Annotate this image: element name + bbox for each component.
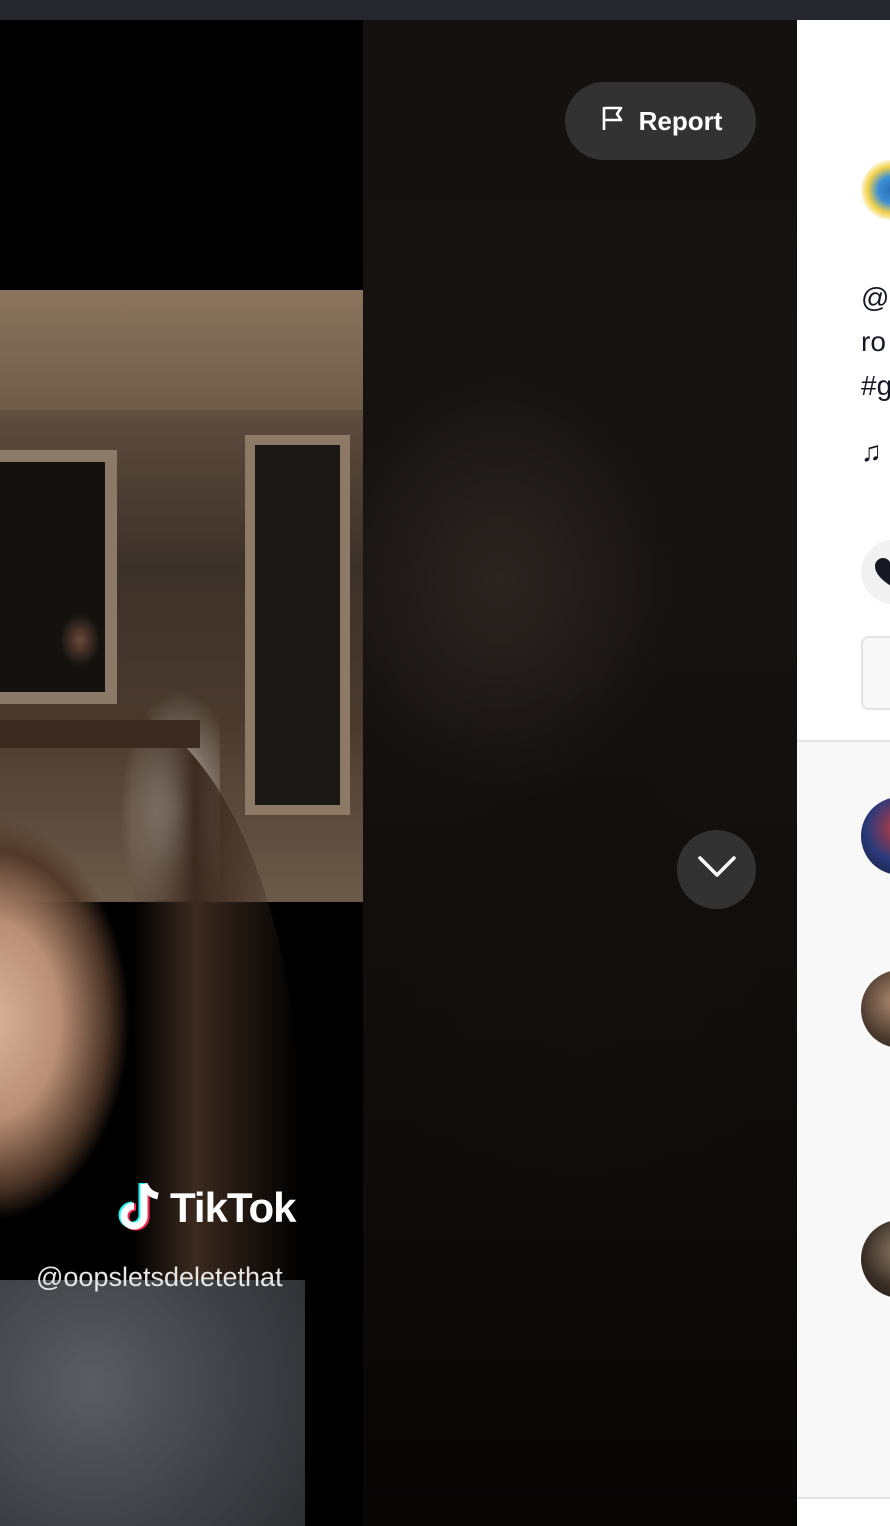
music-note-icon[interactable]: ♫ (861, 436, 882, 468)
watermark-handle: @oopsletsdeletethat (36, 1262, 283, 1292)
description-line-1: @a (861, 282, 890, 313)
flag-icon (599, 104, 627, 139)
report-label: Report (638, 105, 723, 136)
tiktok-watermark: TikTok (118, 1180, 296, 1236)
like-button[interactable] (861, 540, 890, 604)
comments-list (797, 742, 890, 1498)
watermark-brand: TikTok (170, 1184, 296, 1231)
heart-icon (875, 558, 890, 586)
side-panel: @a ro #g ♫ (797, 20, 890, 1526)
comment-avatar[interactable] (861, 970, 890, 1048)
browser-top-bar (0, 0, 890, 21)
creator-avatar[interactable] (861, 160, 890, 220)
comment-avatar[interactable] (861, 797, 890, 875)
chevron-down-icon (697, 855, 737, 884)
video-person-shirt (0, 1280, 305, 1526)
tiktok-note-icon (118, 1180, 164, 1236)
video-player[interactable]: TikTok @oopsletsdeletethat (0, 20, 363, 1526)
next-video-button[interactable] (677, 830, 756, 909)
description-line-2: ro (861, 326, 886, 357)
description-line-3[interactable]: #g (861, 370, 890, 402)
comment-avatar[interactable] (861, 1220, 890, 1298)
scene-window-right (245, 435, 350, 815)
scene-ceiling (0, 290, 363, 410)
report-button[interactable]: Report (565, 82, 756, 160)
panel-divider (797, 1497, 890, 1499)
video-stage: TikTok @oopsletsdeletethat Report (0, 20, 797, 1526)
copy-link-field[interactable] (861, 636, 890, 710)
